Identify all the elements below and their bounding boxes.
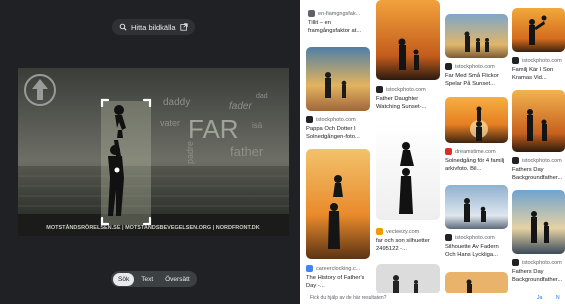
find-source-label: Hitta bildkälla: [131, 22, 176, 32]
site-favicon-icon: [445, 234, 452, 241]
result-source: vecteezy.com: [386, 228, 420, 235]
site-favicon-icon: [376, 228, 383, 235]
result-card[interactable]: [376, 264, 440, 294]
result-card[interactable]: istockphoto.com Pappa Och Dotter I Solne…: [306, 47, 370, 143]
result-card[interactable]: istockphoto.com Far Med Små Flickor Spel…: [445, 14, 508, 94]
results-panel: en-fiamgngsfak... Tillit – en framgångsf…: [300, 0, 565, 304]
word-father: father: [230, 144, 264, 159]
result-source: istockphoto.com: [386, 86, 426, 93]
result-caption: Father Daughter Watching Sunset-...: [376, 96, 427, 110]
site-favicon-icon: [445, 148, 452, 155]
lens-icon: [119, 23, 127, 31]
result-card[interactable]: istockphoto.com Fathers Day Backgroundfa…: [512, 90, 565, 186]
result-card[interactable]: vecteezy.com far och son silhuetter 2495…: [376, 224, 440, 260]
result-caption: Silhouette Av Fadern Och Hans Lyckliga..…: [445, 244, 499, 258]
result-source: istockphoto.com: [522, 157, 562, 164]
mode-text-tab[interactable]: Text: [136, 273, 158, 286]
feedback-bar: Fick du hjälp av de här resultaten? Ja N: [300, 293, 565, 304]
result-card[interactable]: [445, 272, 508, 294]
result-source: istockphoto.com: [455, 63, 495, 70]
result-card[interactable]: [376, 122, 440, 222]
result-caption: Pappa Och Dotter I Solnedgången-foto...: [306, 126, 360, 140]
result-card[interactable]: istockphoto.com Fathers Day Backgroundfa…: [512, 190, 565, 286]
query-image[interactable]: daddy fader dad vater FAR isä padre fath…: [18, 68, 289, 236]
result-source: en-fiamgngsfak...: [318, 10, 361, 17]
result-caption: Fathers Day Backgroundfather...: [512, 167, 563, 181]
result-caption: Far Med Små Flickor Spelar På Sunset...: [445, 73, 499, 87]
word-far: FAR: [188, 114, 239, 144]
word-padre: padre: [185, 141, 195, 164]
word-isa: isä: [252, 121, 263, 130]
result-card[interactable]: careerclocking.c... The History of Fathe…: [306, 149, 370, 294]
result-source: istockphoto.com: [522, 259, 562, 266]
result-card[interactable]: istockphoto.com Father Daughter Watching…: [376, 0, 440, 116]
result-card[interactable]: en-fiamgngsfak... Tillit – en framgångsf…: [308, 0, 372, 42]
word-daddy: daddy: [163, 97, 190, 108]
result-card[interactable]: istockphoto.com Familj Kär I Son Kramas …: [512, 8, 565, 84]
result-caption: Solnedgång för 4 familj arkivfoto. Bil..…: [445, 158, 505, 172]
open-external-icon: [180, 23, 188, 31]
mode-selector: Sök Text Översätt: [111, 271, 197, 287]
word-fader: fader: [229, 101, 252, 112]
feedback-no-button[interactable]: N: [556, 295, 560, 301]
result-caption: far och son silhuetter 2495122 -...: [376, 238, 430, 252]
site-favicon-icon: [445, 63, 452, 70]
result-source: istockphoto.com: [316, 116, 356, 123]
site-favicon-icon: [306, 116, 313, 123]
lens-panel: Hitta bildkälla daddy fader dad vater FA…: [0, 0, 300, 304]
result-caption: Familj Kär I Son Kramas Vid...: [512, 67, 554, 81]
site-favicon-icon: [512, 157, 519, 164]
result-card[interactable]: dreamstime.com Solnedgång för 4 familj a…: [445, 97, 508, 182]
feedback-yes-button[interactable]: Ja: [537, 295, 542, 301]
mode-translate-tab[interactable]: Översätt: [160, 273, 195, 286]
mode-search-tab[interactable]: Sök: [113, 272, 135, 286]
result-caption: The History of Father's Day -...: [306, 275, 365, 289]
word-vater: vater: [160, 118, 180, 128]
feedback-question: Fick du hjälp av de här resultaten?: [310, 295, 387, 301]
site-favicon-icon: [376, 86, 383, 93]
result-card[interactable]: istockphoto.com Silhouette Av Fadern Och…: [445, 185, 508, 270]
result-source: istockphoto.com: [522, 57, 562, 64]
site-favicon-icon: [308, 10, 315, 17]
result-source: careerclocking.c...: [316, 265, 361, 272]
site-favicon-icon: [306, 265, 313, 272]
site-favicon-icon: [512, 57, 519, 64]
result-source: dreamstime.com: [455, 148, 496, 155]
result-caption: Tillit – en framgångsfaktor at...: [308, 20, 362, 34]
word-dad: dad: [256, 93, 268, 100]
find-source-button[interactable]: Hitta bildkälla: [112, 19, 195, 35]
image-banner-text: MOTSTÅNDSRÖRELSEN.SE | MOTSTANDSBEVEGELS…: [46, 224, 260, 231]
site-favicon-icon: [512, 259, 519, 266]
result-source: istockphoto.com: [455, 234, 495, 241]
result-caption: Fathers Day Backgroundfather...: [512, 269, 563, 283]
